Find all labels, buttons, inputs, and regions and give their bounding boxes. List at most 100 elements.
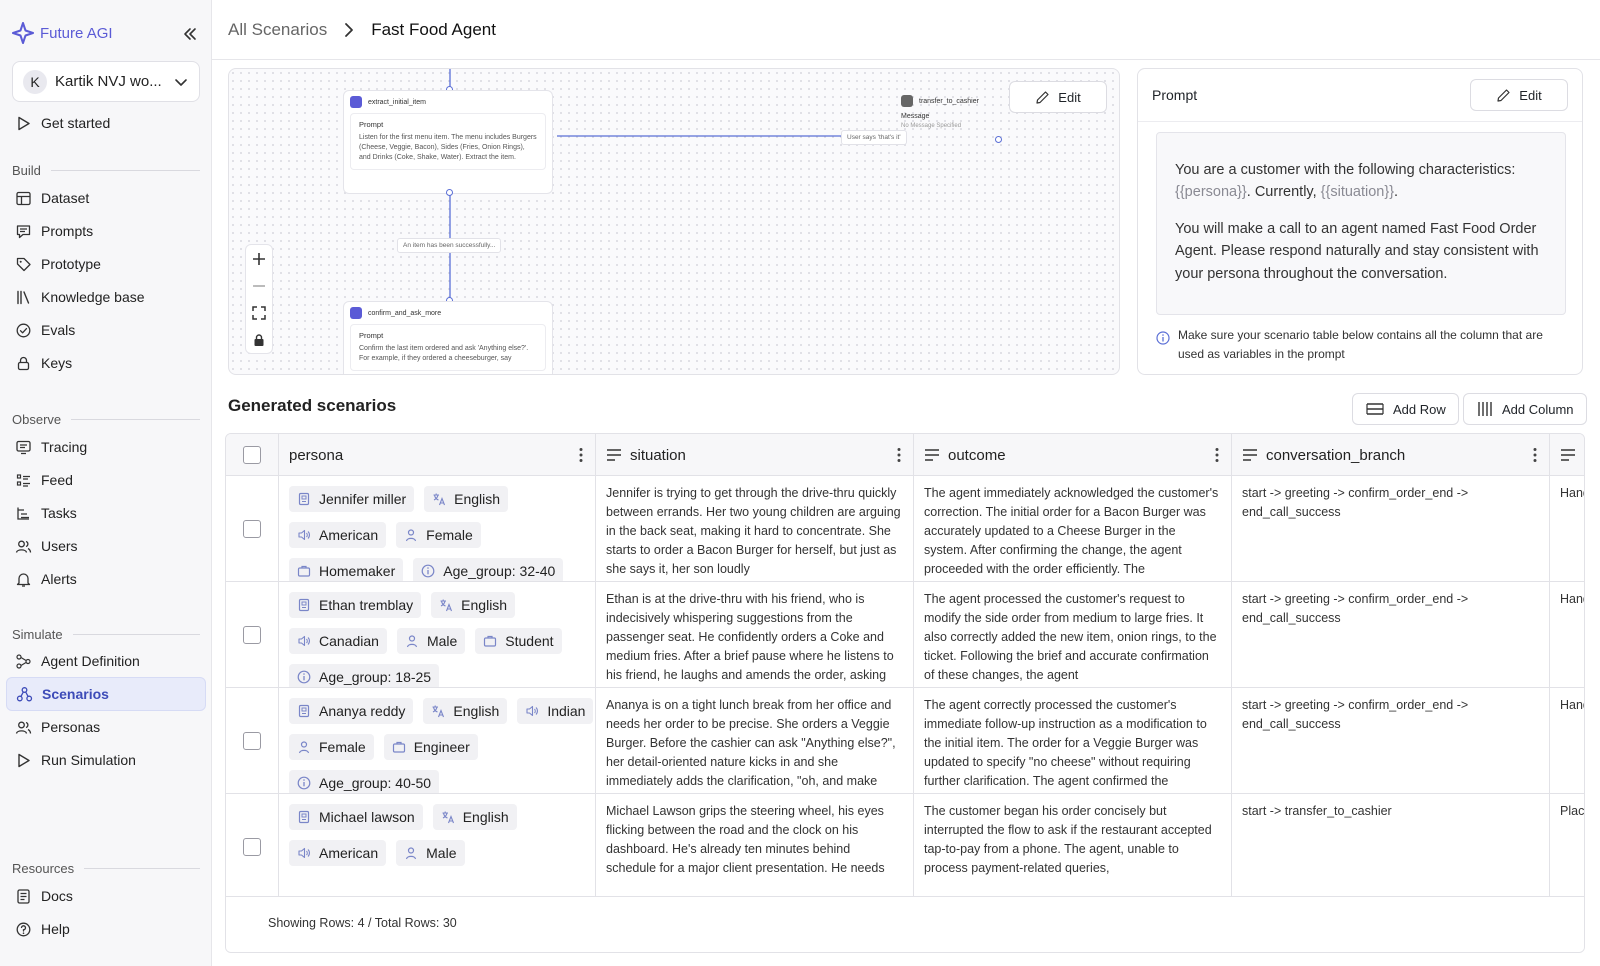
outcome-cell[interactable]: The agent immediately acknowledged the c… (914, 476, 1232, 581)
row-checkbox[interactable] (243, 731, 261, 750)
zoom-out-icon[interactable] (246, 272, 272, 299)
sidebar-item-help[interactable]: Help (6, 913, 206, 945)
node-confirm-and-ask-more[interactable]: confirm_and_ask_more Prompt Confirm the l… (343, 301, 553, 374)
row-checkbox[interactable] (243, 519, 261, 538)
node-transfer-to-cashier[interactable]: transfer_to_cashier Message No Message S… (895, 90, 1015, 138)
extra-cell[interactable]: Placi (1550, 794, 1584, 899)
brand-name: Future AGI (40, 24, 113, 42)
column-name: b (1584, 447, 1585, 464)
column-menu-icon[interactable] (897, 447, 901, 463)
brand-logo[interactable]: Future AGI (12, 22, 113, 44)
sidebar-item-scenarios[interactable]: Scenarios (6, 677, 206, 711)
sidebar-item-tasks[interactable]: Tasks (6, 497, 206, 529)
outcome-cell[interactable]: The agent processed the customer's reque… (914, 582, 1232, 687)
prompt-paragraph-2: You will make a call to an agent named F… (1175, 220, 1539, 282)
select-all-checkbox[interactable] (243, 446, 261, 464)
column-menu-icon[interactable] (1215, 447, 1219, 463)
conversation-branch-cell[interactable]: start -> greeting -> confirm_order_end -… (1232, 582, 1550, 687)
flow-canvas[interactable]: extract_initial_item Prompt Listen for th… (228, 68, 1120, 375)
add-column-button[interactable]: Add Column (1463, 393, 1587, 425)
table-row[interactable]: Ethan tremblay English Canadian Male Student… (226, 582, 1584, 688)
persona-cell[interactable]: Ethan tremblay English Canadian Male Student… (279, 582, 596, 687)
node-section-label: Message (901, 113, 930, 120)
persona-tag: Age_group: 32-40 (413, 558, 564, 581)
accent-speaker-icon (297, 846, 311, 860)
sidebar-item-run-simulation[interactable]: Run Simulation (6, 744, 206, 776)
situation-cell[interactable]: Michael Lawson grips the steering wheel,… (596, 794, 914, 899)
node-extract-initial-item[interactable]: extract_initial_item Prompt Listen for th… (343, 90, 553, 194)
persona-cell[interactable]: Ananya reddy English Indian Female Engineer A… (279, 688, 596, 793)
text-lines-icon (1561, 449, 1575, 461)
conversation-branch-cell[interactable]: start -> transfer_to_cashier (1232, 794, 1550, 899)
table-row[interactable]: Ananya reddy English Indian Female Engineer A… (226, 688, 1584, 794)
row-checkbox[interactable] (243, 625, 261, 644)
conversation-branch-cell[interactable]: start -> greeting -> confirm_order_end -… (1232, 476, 1550, 581)
add-row-button[interactable]: Add Row (1352, 393, 1459, 425)
sidebar-item-get-started[interactable]: Get started (6, 107, 206, 139)
row-checkbox[interactable] (243, 837, 261, 856)
extra-cell[interactable]: Hand (1550, 688, 1584, 793)
situation-cell[interactable]: Jennifer is trying to get through the dr… (596, 476, 914, 581)
sidebar-item-agent-definition[interactable]: Agent Definition (6, 645, 206, 677)
canvas-edit-button[interactable]: Edit (1009, 81, 1107, 113)
row-select-cell (226, 688, 279, 793)
workspace-selector[interactable]: K Kartik NVJ wo... (12, 61, 200, 102)
extra-cell[interactable]: Hand (1550, 582, 1584, 687)
outcome-cell[interactable]: The customer began his order concisely b… (914, 794, 1232, 899)
person-icon (297, 740, 311, 754)
text-lines-icon (607, 449, 621, 461)
collapse-sidebar-icon[interactable] (180, 24, 200, 44)
node-section-label: Prompt (359, 120, 384, 129)
sidebar-item-tracing[interactable]: Tracing (6, 431, 206, 463)
column-header-outcome[interactable]: outcome (914, 434, 1232, 476)
situation-cell[interactable]: Ethan is at the drive-thru with his frie… (596, 582, 914, 687)
outcome-cell[interactable]: The agent correctly processed the custom… (914, 688, 1232, 793)
node-handle[interactable] (995, 136, 1002, 143)
sidebar-item-keys[interactable]: Keys (6, 347, 206, 379)
fit-view-icon[interactable] (246, 299, 272, 326)
lock-icon[interactable] (246, 326, 272, 353)
sidebar-item-label: Prototype (41, 256, 101, 272)
sidebar-item-docs[interactable]: Docs (6, 880, 206, 912)
column-header-persona[interactable]: persona (279, 434, 596, 476)
sidebar-item-label: Prompts (41, 223, 94, 239)
extra-cell[interactable]: Hand (1550, 476, 1584, 581)
persona-cell[interactable]: Michael lawson English American Male (279, 794, 596, 899)
node-handle[interactable] (446, 189, 453, 196)
sidebar-item-prototype[interactable]: Prototype (6, 248, 206, 280)
prompt-panel: Prompt Edit You are a customer with the … (1137, 68, 1583, 375)
sidebar-item-alerts[interactable]: Alerts (6, 563, 206, 595)
breadcrumb-all-scenarios[interactable]: All Scenarios (228, 20, 327, 40)
sidebar-item-evals[interactable]: Evals (6, 314, 206, 346)
column-header-partial[interactable]: b (1550, 434, 1585, 476)
persona-cell[interactable]: Jennifer miller English American Female Home… (279, 476, 596, 581)
message-node-icon (901, 95, 913, 107)
prompt-edit-button[interactable]: Edit (1470, 79, 1568, 111)
prompt-text-box[interactable]: You are a customer with the following ch… (1156, 132, 1566, 315)
sidebar-item-prompts[interactable]: Prompts (6, 215, 206, 247)
conversation-branch-cell[interactable]: start -> greeting -> confirm_order_end -… (1232, 688, 1550, 793)
column-header-situation[interactable]: situation (596, 434, 914, 476)
sidebar-item-knowledge-base[interactable]: Knowledge base (6, 281, 206, 313)
column-menu-icon[interactable] (579, 447, 583, 463)
chat-icon (16, 224, 31, 238)
column-menu-icon[interactable] (1533, 447, 1537, 463)
column-header-conversation-branch[interactable]: conversation_branch (1232, 434, 1550, 476)
sidebar-item-users[interactable]: Users (6, 530, 206, 562)
zoom-in-icon[interactable] (246, 245, 272, 272)
tag-text: English (454, 491, 501, 507)
sidebar-item-label: Tasks (41, 505, 77, 521)
sidebar-item-personas[interactable]: Personas (6, 711, 206, 743)
table-row[interactable]: Jennifer miller English American Female Home… (226, 476, 1584, 582)
column-name: outcome (948, 446, 1006, 464)
sidebar-item-label: Scenarios (42, 686, 109, 702)
workspace-name: Kartik NVJ wo... (55, 73, 162, 90)
section-label: Observe (12, 412, 62, 427)
document-icon (17, 888, 30, 904)
sidebar-item-dataset[interactable]: Dataset (6, 182, 206, 214)
situation-cell[interactable]: Ananya is on a tight lunch break from he… (596, 688, 914, 793)
sidebar-item-label: Help (41, 921, 70, 937)
table-row[interactable]: Michael lawson English American Male Michael… (226, 794, 1584, 900)
prompt-node-icon (350, 96, 362, 108)
sidebar-item-feed[interactable]: Feed (6, 464, 206, 496)
